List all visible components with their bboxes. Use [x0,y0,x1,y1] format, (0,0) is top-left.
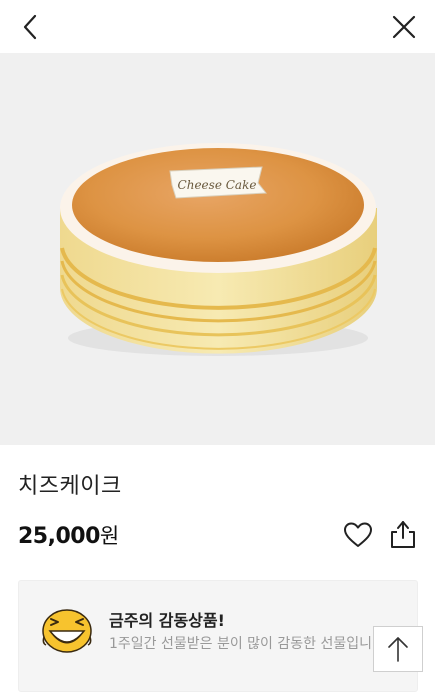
price-row: 25,000원 [18,520,418,552]
top-bar [0,0,435,53]
product-price: 25,000원 [18,524,119,549]
close-icon[interactable] [387,10,421,44]
laughing-mascot-icon [42,609,92,653]
price-amount: 25,000 [18,524,100,549]
product-image: Cheese Cake [0,53,435,445]
price-unit: 원 [99,524,119,548]
weekly-best-banner[interactable]: 금주의 감동상품! 1주일간 선물받은 분이 많이 감동한 선물입니다. [18,580,418,692]
product-name: 치즈케이크 [18,474,122,499]
banner-description: 1주일간 선물받은 분이 많이 감동한 선물입니다. [109,636,390,652]
scroll-to-top-button[interactable] [373,626,423,672]
chevron-left-icon[interactable] [14,10,48,44]
arrow-up-icon [388,637,408,662]
heart-icon[interactable] [343,520,373,550]
banner-title: 금주의 감동상품! [109,611,225,630]
share-icon[interactable] [388,518,418,550]
cake-topper-text: Cheese Cake [178,178,257,192]
